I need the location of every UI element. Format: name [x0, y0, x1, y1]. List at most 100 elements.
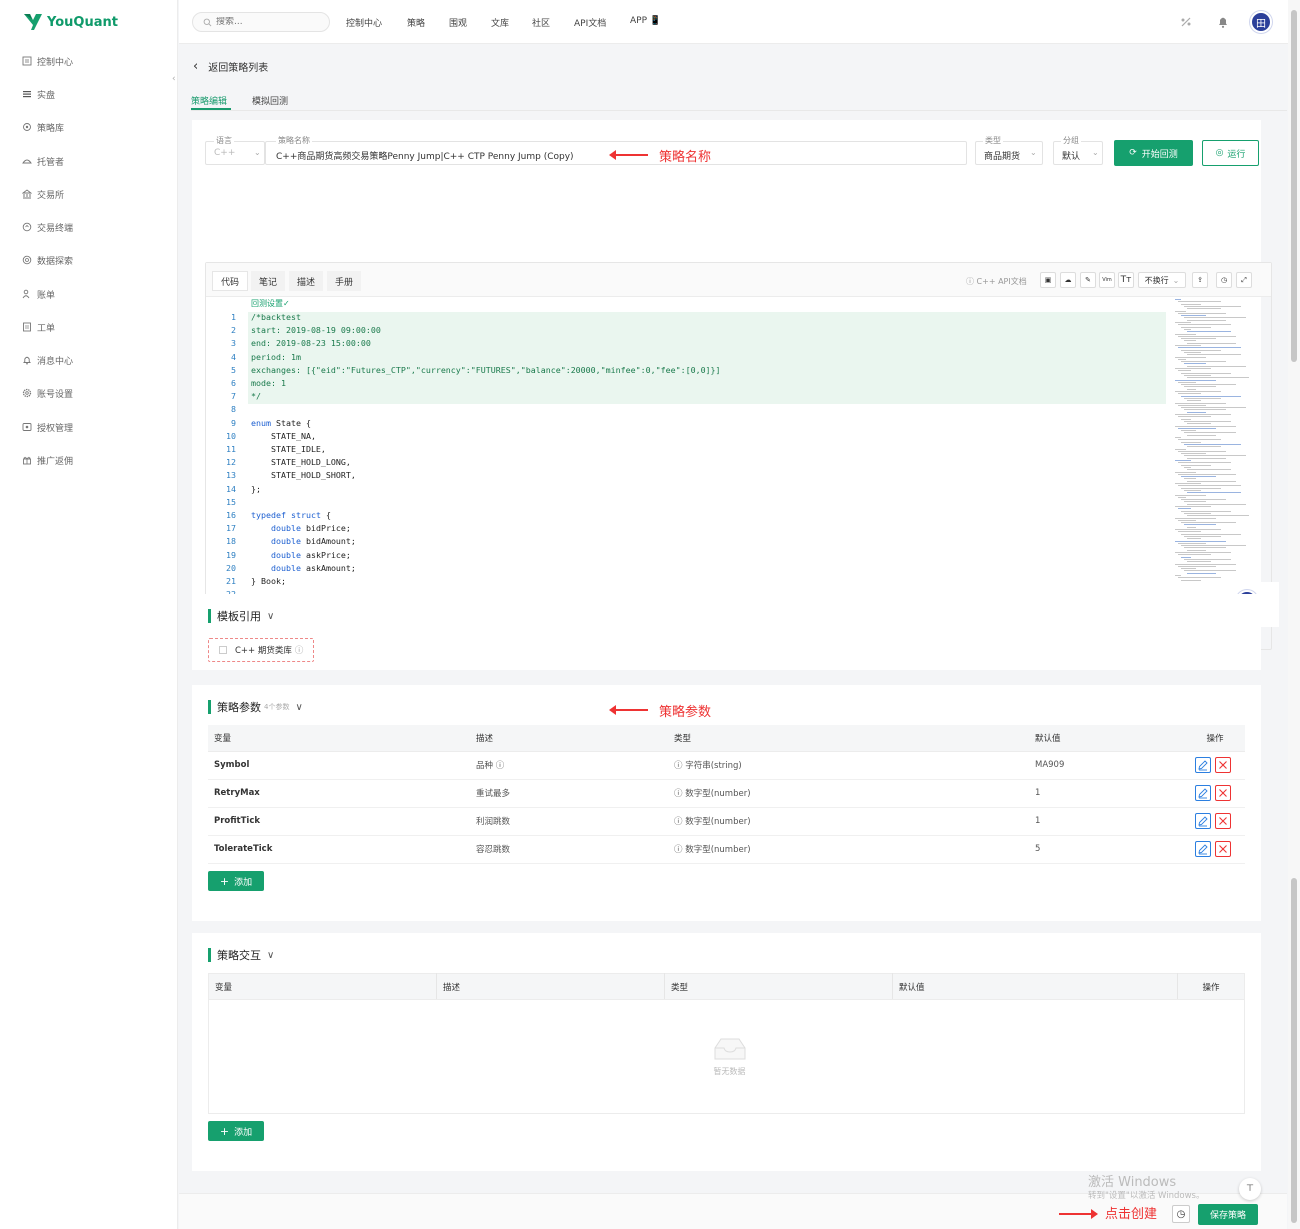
- nav-app[interactable]: APP 📱: [630, 16, 661, 26]
- windows-watermark-title: 激活 Windows: [1088, 1175, 1177, 1190]
- params-count: 4个参数: [264, 703, 290, 711]
- checkbox[interactable]: [219, 646, 227, 654]
- edit-icon[interactable]: [1195, 785, 1211, 801]
- minimap-line: [1187, 469, 1231, 471]
- sidebar-item-license[interactable]: 授权管理: [22, 420, 73, 434]
- minimap-line: [1187, 526, 1196, 528]
- sidebar-item-live[interactable]: 实盘: [22, 87, 55, 101]
- nav-library[interactable]: 文库: [491, 16, 509, 29]
- nav-strategy[interactable]: 策略: [407, 16, 425, 29]
- save-strategy-button[interactable]: 保存策略: [1198, 1204, 1258, 1225]
- sidebar-item-exchange[interactable]: 交易所: [22, 187, 64, 201]
- tab-strategy-edit[interactable]: 策略编辑: [191, 94, 227, 107]
- line-text: double bidPrice;: [270, 523, 351, 534]
- back-to-top-icon[interactable]: ⊤: [1239, 1178, 1261, 1200]
- tab-manual[interactable]: 手册: [327, 271, 362, 291]
- sidebar-item-label: 策略库: [37, 123, 65, 134]
- edit-icon[interactable]: [1195, 813, 1211, 829]
- sidebar-item-label: 交易所: [37, 190, 65, 201]
- params-header[interactable]: 策略参数 4个参数 ∨: [208, 699, 303, 715]
- minimap-line: [1184, 547, 1226, 549]
- search-box[interactable]: [192, 12, 330, 32]
- fullscreen-icon[interactable]: ⤢: [1236, 272, 1252, 288]
- api-doc-link[interactable]: ⓘ C++ API文档: [966, 276, 1027, 287]
- refresh-icon: ⟳: [1129, 148, 1137, 158]
- edit-icon[interactable]: [1195, 757, 1211, 773]
- sidebar-item-strategy-library[interactable]: 策略库: [22, 120, 64, 134]
- minimap-line: [1175, 299, 1181, 300]
- tabs-divider: [191, 110, 1287, 111]
- code-line: 1 /*backtest: [206, 311, 1166, 324]
- history-icon[interactable]: ◷: [1172, 1205, 1190, 1223]
- param-type: ⓘ 数字型(number): [668, 779, 1029, 808]
- minimap-line: [1187, 400, 1201, 402]
- params-table-body: Symbol 品种 ⓘ ⓘ 字符串(string) MA909 RetryMax 重试最多…: [208, 751, 1245, 864]
- start-backtest-button[interactable]: ⟳ 开始回测: [1114, 140, 1193, 166]
- sidebar-item-referral[interactable]: 推广返佣: [22, 453, 73, 467]
- notification-bell-icon[interactable]: [1216, 15, 1230, 29]
- nav-api-docs[interactable]: API文档: [574, 16, 606, 29]
- sidebar-item-dashboard[interactable]: 控制中心: [22, 54, 73, 68]
- page-scrollbar[interactable]: [1288, 0, 1300, 1229]
- sidebar-item-terminal[interactable]: 交易终端: [22, 220, 73, 234]
- template-item-cpp-futures[interactable]: C++ 期货类库 ⓘ: [208, 638, 315, 662]
- line-text: STATE_HOLD_LONG,: [251, 457, 351, 468]
- top-bar: 控制中心 策略 围观 文库 社区 API文档 APP 📱 田: [179, 0, 1288, 44]
- template-ref-header[interactable]: 模板引用 ∨: [208, 608, 274, 624]
- info-icon: ⓘ: [294, 646, 304, 656]
- nav-community[interactable]: 社区: [532, 16, 550, 29]
- tab-code[interactable]: 代码: [212, 271, 249, 291]
- back-to-list-link[interactable]: ‹ 返回策略列表: [193, 59, 268, 74]
- line-number: 18: [226, 536, 236, 547]
- interaction-header[interactable]: 策略交互 ∨: [208, 947, 274, 963]
- nav-control-center[interactable]: 控制中心: [346, 16, 382, 29]
- edit-icon[interactable]: [1195, 841, 1211, 857]
- theme-toggle-icon[interactable]: [1179, 15, 1193, 29]
- wrap-select[interactable]: 不换行 ⌄: [1138, 272, 1186, 288]
- line-number: 10: [226, 430, 236, 441]
- brand-logo[interactable]: YouQuant: [22, 11, 118, 33]
- avatar[interactable]: 田: [1250, 11, 1272, 33]
- chevron-down-icon: ⌄: [1030, 148, 1037, 157]
- add-interaction-label: 添加: [234, 1127, 253, 1138]
- ticket-icon: [23, 322, 31, 332]
- edit-icon[interactable]: ✎: [1080, 272, 1096, 288]
- sidebar-item-messages[interactable]: 消息中心: [22, 353, 73, 367]
- col-actions: 操作: [1177, 973, 1245, 1000]
- backtest-settings-fold[interactable]: 回测设置✓: [251, 298, 290, 309]
- delete-icon[interactable]: [1215, 813, 1231, 829]
- tab-description[interactable]: 描述: [289, 271, 324, 291]
- history-icon[interactable]: ◷: [1216, 272, 1232, 288]
- sidebar-item-bill[interactable]: 账单: [22, 287, 55, 301]
- vim-toggle[interactable]: Vim: [1099, 272, 1115, 288]
- delete-icon[interactable]: [1215, 785, 1231, 801]
- sidebar-item-docker[interactable]: 托管者: [22, 154, 64, 168]
- add-interaction-button[interactable]: + 添加: [208, 1121, 264, 1141]
- terminal-icon: [22, 222, 32, 232]
- page-scrollbar-thumb-top[interactable]: [1291, 10, 1297, 362]
- upload-icon[interactable]: ⇪: [1192, 272, 1208, 288]
- cloud-icon[interactable]: ☁: [1060, 272, 1076, 288]
- tab-notes[interactable]: 笔记: [251, 271, 286, 291]
- strategy-name-field[interactable]: C++商品期货高频交易策略Penny Jump|C++ CTP Penny Ju…: [265, 141, 967, 165]
- minimap-line: [1178, 358, 1186, 360]
- delete-icon[interactable]: [1215, 841, 1231, 857]
- run-button[interactable]: ◎ 运行: [1202, 140, 1259, 166]
- minimap-line: [1178, 473, 1236, 475]
- font-size-icon[interactable]: Tт: [1118, 272, 1134, 288]
- add-param-button[interactable]: + 添加: [208, 871, 264, 891]
- delete-icon[interactable]: [1215, 757, 1231, 773]
- line-number: 1: [231, 312, 236, 322]
- minimap-line: [1184, 409, 1226, 411]
- page-scrollbar-thumb-bottom[interactable]: [1291, 878, 1297, 1223]
- line-text: */: [251, 391, 261, 402]
- line-text: double askAmount;: [270, 562, 356, 573]
- sidebar-item-account-settings[interactable]: 账号设置: [22, 386, 73, 400]
- nav-watch[interactable]: 围观: [449, 16, 467, 29]
- tab-simulated-backtest[interactable]: 模拟回测: [252, 94, 288, 107]
- sidebar-item-data-explore[interactable]: 数据探索: [22, 253, 73, 267]
- save-icon[interactable]: ▣: [1040, 272, 1056, 288]
- search-input[interactable]: [216, 17, 316, 27]
- sidebar-item-label: 账单: [37, 290, 56, 301]
- sidebar-item-ticket[interactable]: 工单: [22, 320, 55, 334]
